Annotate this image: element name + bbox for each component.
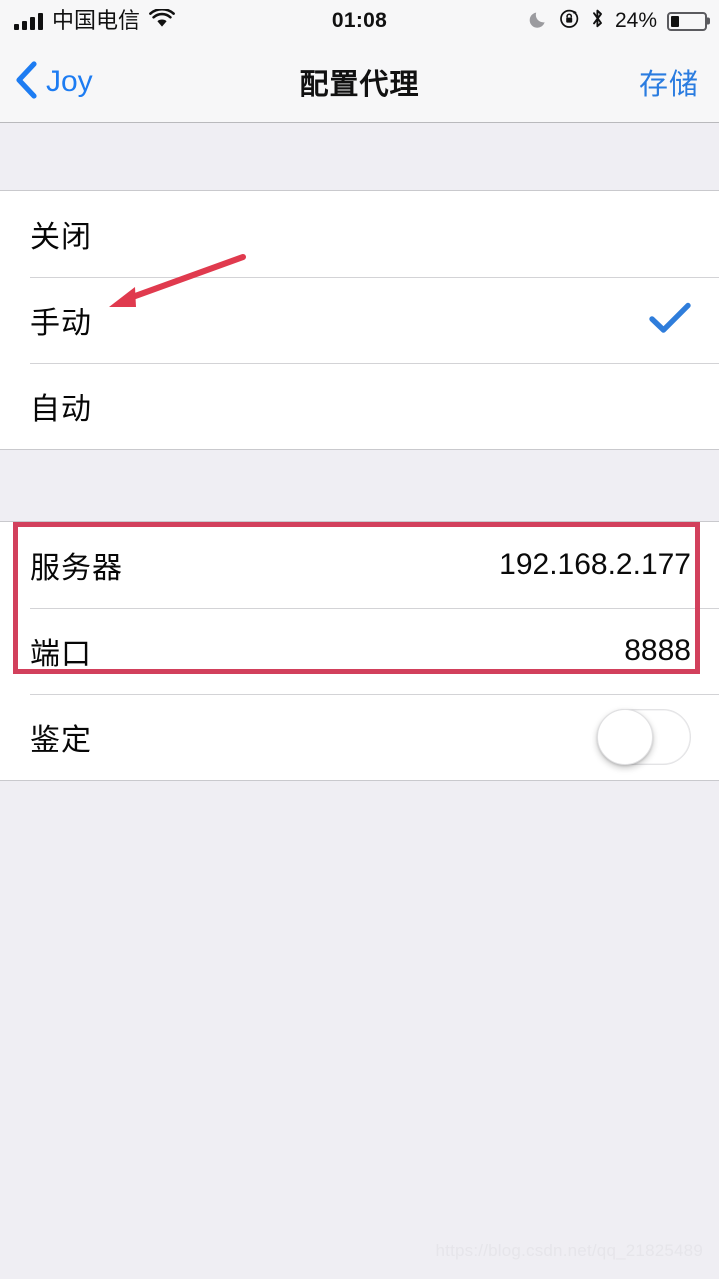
rotation-lock-icon <box>559 8 580 34</box>
settings-content: 关闭 手动 自动 服务器 192.168.2.177 端口 8888 鉴定 <box>0 123 719 1279</box>
server-value[interactable]: 192.168.2.177 <box>499 548 691 582</box>
row-proxy-auto[interactable]: 自动 <box>0 363 719 449</box>
battery-icon <box>667 11 707 31</box>
row-authentication[interactable]: 鉴定 <box>0 694 719 780</box>
bluetooth-icon <box>590 8 605 34</box>
authentication-toggle[interactable] <box>597 709 691 765</box>
row-label: 端口 <box>30 638 92 671</box>
iphone-screen: 中国电信 01:08 24% Joy 配置代理 存储 关闭 手动 自动 服务器 … <box>0 0 719 1279</box>
row-label: 服务器 <box>30 552 123 585</box>
watermark-text: https://blog.csdn.net/qq_21825489 <box>435 1241 703 1260</box>
moon-icon <box>529 9 549 34</box>
battery-percent-label: 24% <box>614 9 657 32</box>
row-port[interactable]: 端口 8888 <box>0 608 719 694</box>
section-gap-middle <box>0 450 719 521</box>
status-bar: 中国电信 01:08 24% <box>0 0 719 42</box>
page-title: 配置代理 <box>299 69 420 101</box>
row-proxy-off[interactable]: 关闭 <box>0 191 719 277</box>
save-button[interactable]: 存储 <box>639 61 699 103</box>
row-proxy-manual[interactable]: 手动 <box>0 277 719 363</box>
port-value[interactable]: 8888 <box>624 634 691 668</box>
proxy-details-group: 服务器 192.168.2.177 端口 8888 鉴定 <box>0 521 719 781</box>
row-label: 鉴定 <box>30 724 92 757</box>
navigation-bar: Joy 配置代理 存储 <box>0 42 719 123</box>
section-gap-top <box>0 123 719 190</box>
status-bar-right: 24% <box>529 8 707 34</box>
row-label: 手动 <box>30 307 92 340</box>
checkmark-icon <box>649 302 691 339</box>
row-server[interactable]: 服务器 192.168.2.177 <box>0 522 719 608</box>
toggle-knob <box>597 709 653 765</box>
row-label: 关闭 <box>30 221 92 254</box>
row-label: 自动 <box>30 393 92 426</box>
proxy-mode-group: 关闭 手动 自动 <box>0 190 719 450</box>
